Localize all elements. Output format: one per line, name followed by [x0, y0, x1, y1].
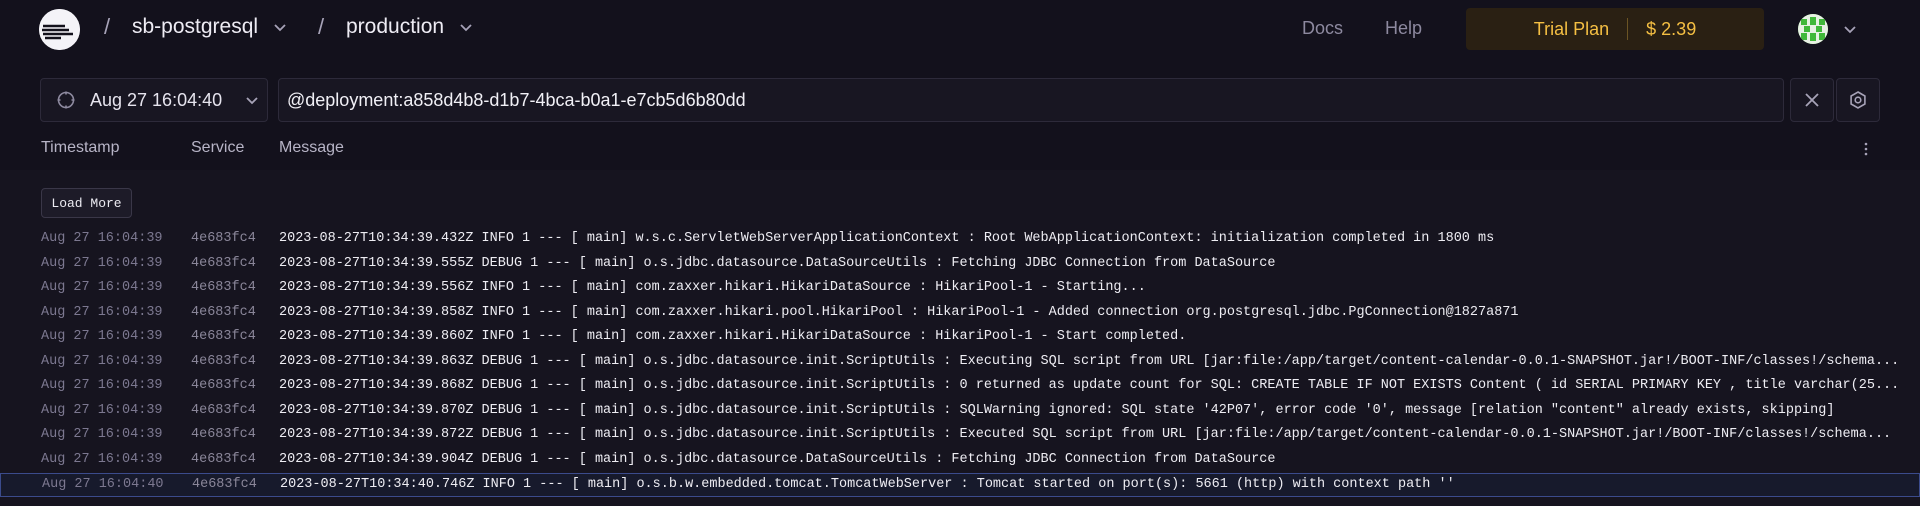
log-message: 2023-08-27T10:34:40.746Z INFO 1 --- [ ma… — [280, 477, 1455, 492]
chevron-down-icon[interactable] — [1842, 21, 1858, 37]
log-service: 4e683fc4 — [191, 427, 256, 442]
column-header-service: Service — [191, 139, 245, 156]
help-link[interactable]: Help — [1385, 18, 1422, 39]
log-filter-field[interactable] — [278, 78, 1784, 122]
trial-amount: $ 2.39 — [1646, 18, 1697, 39]
environment-selector[interactable]: production — [346, 15, 474, 39]
avatar[interactable] — [1798, 14, 1828, 44]
log-service: 4e683fc4 — [191, 304, 256, 320]
chevron-down-icon — [244, 92, 260, 108]
railway-logo-icon[interactable] — [39, 9, 80, 50]
log-message: 2023-08-27T10:34:39.870Z DEBUG 1 --- [ m… — [279, 402, 1835, 418]
log-timestamp: Aug 27 16:04:39 — [41, 304, 163, 320]
log-service: 4e683fc4 — [191, 378, 256, 393]
log-service: 4e683fc4 — [192, 477, 257, 492]
log-service: 4e683fc4 — [191, 231, 256, 246]
log-row[interactable]: Aug 27 16:04:39 4e683fc4 2023-08-27T10:34:… — [0, 375, 1920, 400]
log-service: 4e683fc4 — [191, 353, 256, 369]
breadcrumb-separator: / — [318, 14, 325, 39]
log-row[interactable]: Aug 27 16:04:39 4e683fc4 2023-08-27T10:34:… — [0, 326, 1920, 351]
log-service: 4e683fc4 — [191, 255, 256, 271]
log-timestamp: Aug 27 16:04:39 — [41, 427, 163, 442]
log-timestamp: Aug 27 16:04:39 — [41, 231, 163, 246]
log-row[interactable]: Aug 27 16:04:39 4e683fc4 2023-08-27T10:34:… — [0, 400, 1920, 425]
trial-divider — [1627, 18, 1629, 40]
log-service: 4e683fc4 — [191, 329, 256, 344]
log-message: 2023-08-27T10:34:39.868Z DEBUG 1 --- [ m… — [279, 378, 1900, 393]
log-message: 2023-08-27T10:34:39.904Z DEBUG 1 --- [ m… — [279, 451, 1276, 467]
log-filter-input[interactable] — [287, 79, 1783, 121]
log-message: 2023-08-27T10:34:39.860Z INFO 1 --- [ ma… — [279, 329, 1187, 344]
log-row[interactable]: Aug 27 16:04:39 4e683fc4 2023-08-27T10:34:… — [0, 424, 1920, 449]
date-picker-button[interactable]: Aug 27 16:04:40 — [40, 78, 268, 122]
log-timestamp: Aug 27 16:04:39 — [41, 280, 163, 295]
breadcrumb-separator: / — [104, 14, 111, 39]
top-bar: / sb-postgresql / production Docs Help T… — [0, 0, 1920, 58]
log-row[interactable]: Aug 27 16:04:39 4e683fc4 2023-08-27T10:34:… — [0, 253, 1920, 278]
log-service: 4e683fc4 — [191, 451, 256, 467]
column-header-message: Message — [279, 139, 344, 156]
trial-plan-badge[interactable]: Trial Plan $ 2.39 — [1466, 8, 1764, 50]
environment-name: production — [346, 15, 445, 38]
log-row[interactable]: Aug 27 16:04:40 4e683fc4 2023-08-27T10:34:… — [0, 473, 1920, 497]
log-timestamp: Aug 27 16:04:39 — [41, 378, 163, 393]
log-row[interactable]: Aug 27 16:04:39 4e683fc4 2023-08-27T10:34:… — [0, 351, 1920, 376]
close-icon — [1802, 90, 1822, 110]
load-more-button[interactable]: Load More — [41, 188, 132, 218]
log-row[interactable]: Aug 27 16:04:39 4e683fc4 2023-08-27T10:34:… — [0, 449, 1920, 474]
settings-button[interactable] — [1836, 78, 1880, 122]
clock-icon — [56, 90, 76, 110]
log-row[interactable]: Aug 27 16:04:39 4e683fc4 2023-08-27T10:34:… — [0, 302, 1920, 327]
log-message: 2023-08-27T10:34:39.858Z INFO 1 --- [ ma… — [279, 304, 1519, 320]
log-timestamp: Aug 27 16:04:39 — [41, 255, 163, 271]
docs-link[interactable]: Docs — [1302, 18, 1343, 39]
project-name: sb-postgresql — [132, 15, 259, 38]
log-timestamp: Aug 27 16:04:40 — [42, 477, 164, 492]
chevron-down-icon — [272, 19, 288, 35]
chevron-down-icon — [458, 19, 474, 35]
log-timestamp: Aug 27 16:04:39 — [41, 329, 163, 344]
log-message: 2023-08-27T10:34:39.555Z DEBUG 1 --- [ m… — [279, 255, 1276, 271]
log-row[interactable]: Aug 27 16:04:39 4e683fc4 2023-08-27T10:34:… — [0, 277, 1920, 302]
log-timestamp: Aug 27 16:04:39 — [41, 353, 163, 369]
column-header-timestamp: Timestamp — [41, 139, 120, 156]
log-list: Aug 27 16:04:39 4e683fc4 2023-08-27T10:34:… — [0, 228, 1920, 497]
gear-icon — [1848, 90, 1868, 110]
clear-filter-button[interactable] — [1790, 78, 1834, 122]
project-selector[interactable]: sb-postgresql — [132, 15, 288, 39]
more-vertical-icon[interactable] — [1861, 140, 1871, 158]
log-message: 2023-08-27T10:34:39.556Z INFO 1 --- [ ma… — [279, 280, 1146, 295]
log-message: 2023-08-27T10:34:39.863Z DEBUG 1 --- [ m… — [279, 353, 1900, 369]
log-row[interactable]: Aug 27 16:04:39 4e683fc4 2023-08-27T10:34:… — [0, 228, 1920, 253]
log-service: 4e683fc4 — [191, 280, 256, 295]
date-value: Aug 27 16:04:40 — [90, 89, 223, 110]
log-timestamp: Aug 27 16:04:39 — [41, 451, 163, 467]
trial-plan-label: Trial Plan — [1533, 18, 1610, 39]
log-message: 2023-08-27T10:34:39.432Z INFO 1 --- [ ma… — [279, 231, 1495, 246]
log-timestamp: Aug 27 16:04:39 — [41, 402, 163, 418]
log-service: 4e683fc4 — [191, 402, 256, 418]
log-message: 2023-08-27T10:34:39.872Z DEBUG 1 --- [ m… — [279, 427, 1892, 442]
